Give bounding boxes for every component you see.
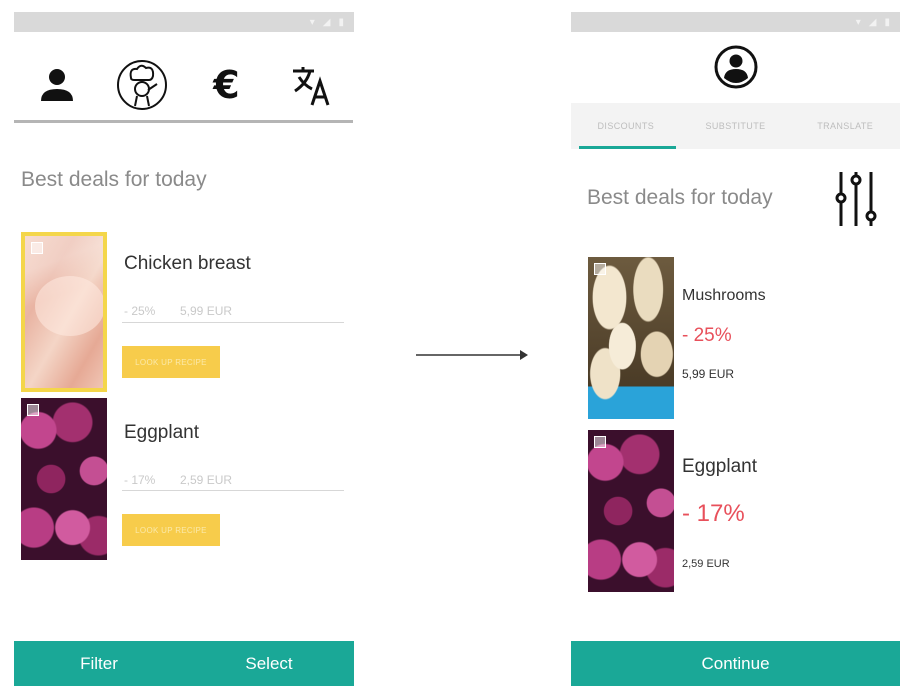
status-bar: ▾ ◢ ▮ [14, 12, 354, 32]
select-button[interactable]: Select [184, 654, 354, 674]
product-name: Chicken breast [124, 253, 251, 274]
wifi-icon: ◢ [868, 16, 877, 28]
product-name: Eggplant [124, 422, 200, 443]
euro-icon[interactable]: € [199, 57, 255, 113]
filter-sliders-icon[interactable] [833, 170, 879, 228]
active-tab-indicator [579, 146, 676, 149]
look-up-recipe-button[interactable]: LOOK UP RECIPE [122, 514, 220, 546]
look-up-recipe-button[interactable]: LOOK UP RECIPE [122, 346, 220, 378]
tab-substitute[interactable]: SUBSTITUTE [681, 121, 791, 131]
product-discount: - 17% [124, 473, 156, 487]
chef-icon[interactable] [114, 57, 170, 113]
signal-icon: ▾ [855, 16, 861, 28]
account-circle-icon[interactable] [713, 44, 759, 90]
translate-icon[interactable] [284, 57, 340, 113]
tab-bar: DISCOUNTS SUBSTITUTE TRANSLATE [571, 103, 900, 149]
signal-icon: ▾ [309, 16, 315, 28]
eggplant-image[interactable] [21, 398, 107, 560]
battery-icon: ▮ [338, 16, 344, 28]
wifi-icon: ◢ [322, 16, 331, 28]
top-icon-bar: € [14, 52, 354, 118]
product-name: Mushrooms [682, 287, 766, 304]
profile-header [571, 44, 900, 90]
section-title: Best deals for today [21, 168, 207, 191]
product-price: 5,99 EUR [180, 304, 233, 318]
bottom-action-bar: Filter Select [14, 641, 354, 686]
chicken-image[interactable] [21, 232, 107, 392]
filter-button[interactable]: Filter [14, 654, 184, 674]
euro-symbol: € [213, 63, 240, 107]
right-screen: ▾ ◢ ▮ DISCOUNTS SUBSTITUTE TRANSLATE Bes… [571, 0, 900, 686]
product-discount: - 25% [682, 325, 732, 346]
transition-arrow-icon [416, 350, 528, 360]
product-discount: - 17% [682, 500, 745, 527]
product-price: 2,59 EUR [682, 558, 730, 570]
product-name: Eggplant [682, 456, 758, 477]
select-checkbox[interactable] [594, 436, 606, 448]
product-price: 2,59 EUR [180, 473, 233, 487]
tab-discounts[interactable]: DISCOUNTS [571, 121, 681, 131]
item-divider [122, 322, 344, 323]
product-price: 5,99 EUR [682, 367, 735, 381]
bottom-action-bar: Continue [571, 641, 900, 686]
person-icon[interactable] [29, 57, 85, 113]
status-bar: ▾ ◢ ▮ [571, 12, 900, 32]
top-divider [14, 120, 353, 123]
left-screen: ▾ ◢ ▮ € Best deals for today Chicken bre… [14, 0, 354, 686]
mushrooms-image[interactable] [588, 257, 674, 419]
section-title: Best deals for today [587, 186, 773, 209]
eggplant-image[interactable] [588, 430, 674, 592]
product-discount: - 25% [124, 304, 156, 318]
select-checkbox[interactable] [594, 263, 606, 275]
battery-icon: ▮ [884, 16, 890, 28]
select-checkbox[interactable] [31, 242, 43, 254]
tab-translate[interactable]: TRANSLATE [790, 121, 900, 131]
select-checkbox[interactable] [27, 404, 39, 416]
item-divider [122, 490, 344, 491]
continue-button[interactable]: Continue [571, 654, 900, 674]
